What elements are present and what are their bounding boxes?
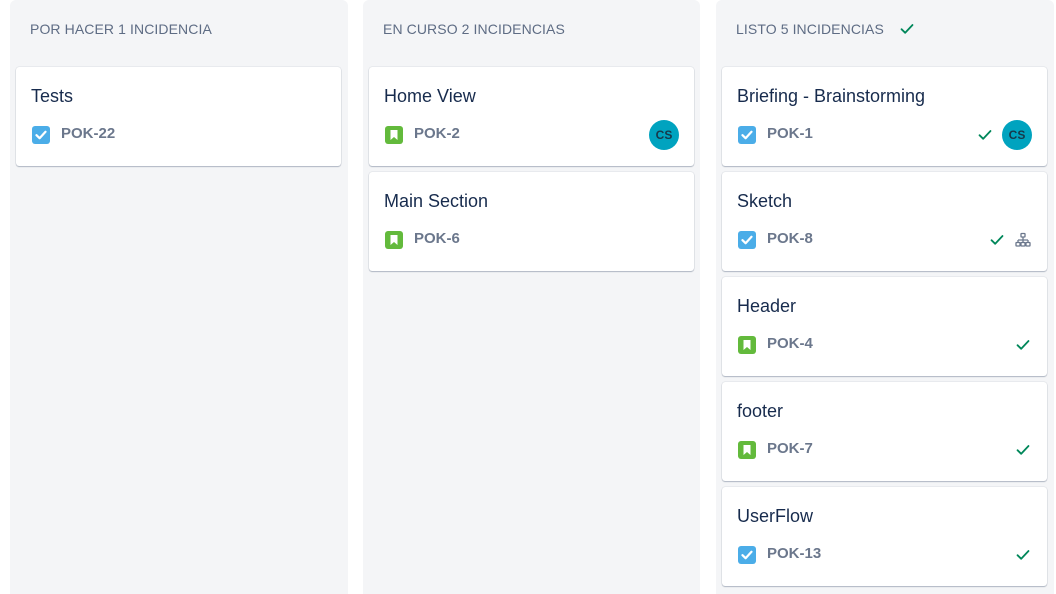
issue-key[interactable]: POK-7	[767, 439, 813, 459]
card-meta	[1014, 330, 1032, 360]
issue-card[interactable]: Home View POK-2 CS	[369, 67, 694, 166]
issue-card[interactable]: Main Section POK-6	[369, 172, 694, 271]
task-checkbox-icon	[738, 231, 756, 249]
story-bookmark-icon	[385, 231, 403, 249]
story-bookmark-icon	[385, 126, 403, 144]
column-header: EN CURSO 2 INCIDENCIAS	[383, 19, 565, 39]
task-checkbox-icon	[32, 126, 50, 144]
issue-card[interactable]: Briefing - Brainstorming POK-1 CS	[722, 67, 1047, 166]
task-checkbox-icon	[738, 126, 756, 144]
card-title: Tests	[31, 86, 74, 106]
issue-key[interactable]: POK-4	[767, 334, 813, 354]
story-bookmark-icon	[738, 336, 756, 354]
issue-key[interactable]: POK-2	[414, 124, 460, 144]
done-check-icon	[988, 231, 1006, 249]
subtasks-hierarchy-icon[interactable]	[1014, 231, 1032, 249]
done-check-icon	[1014, 336, 1032, 354]
card-title: Header	[737, 296, 797, 316]
issue-key[interactable]: POK-8	[767, 229, 813, 249]
card-meta: CS	[649, 120, 679, 150]
done-check-icon	[1014, 441, 1032, 459]
card-title: Sketch	[737, 191, 793, 211]
card-title: Home View	[384, 86, 476, 106]
column-header: LISTO 5 INCIDENCIAS	[736, 19, 914, 39]
card-title: footer	[737, 401, 784, 421]
done-check-icon	[976, 126, 994, 144]
column-done: LISTO 5 INCIDENCIAS Briefing - Brainstor…	[716, 0, 1054, 594]
issue-key[interactable]: POK-1	[767, 124, 813, 144]
task-checkbox-icon	[738, 546, 756, 564]
card-meta	[1014, 435, 1032, 465]
card-title: Main Section	[384, 191, 489, 211]
issue-card[interactable]: Header POK-4	[722, 277, 1047, 376]
card-meta	[988, 225, 1032, 255]
column-title: EN CURSO 2 INCIDENCIAS	[383, 21, 565, 37]
story-bookmark-icon	[738, 441, 756, 459]
avatar[interactable]: CS	[1002, 120, 1032, 150]
column-in-progress: EN CURSO 2 INCIDENCIAS Home View POK-2 C…	[363, 0, 700, 594]
issue-key[interactable]: POK-6	[414, 229, 460, 249]
column-header: POR HACER 1 INCIDENCIA	[30, 19, 212, 39]
issue-key[interactable]: POK-22	[61, 124, 115, 144]
card-meta: CS	[976, 120, 1032, 150]
column-todo: POR HACER 1 INCIDENCIA Tests POK-22	[10, 0, 348, 594]
issue-card[interactable]: UserFlow POK-13	[722, 487, 1047, 586]
column-title: POR HACER 1 INCIDENCIA	[30, 21, 212, 37]
issue-card[interactable]: Tests POK-22	[16, 67, 341, 166]
column-title: LISTO 5 INCIDENCIAS	[736, 21, 884, 37]
kanban-board: POR HACER 1 INCIDENCIA Tests POK-22 EN C…	[0, 0, 1056, 594]
done-check-icon	[900, 23, 914, 35]
card-title: UserFlow	[737, 506, 814, 526]
issue-key[interactable]: POK-13	[767, 544, 821, 564]
issue-card[interactable]: footer POK-7	[722, 382, 1047, 481]
issue-card[interactable]: Sketch POK-8	[722, 172, 1047, 271]
avatar[interactable]: CS	[649, 120, 679, 150]
done-check-icon	[1014, 546, 1032, 564]
card-meta	[1014, 540, 1032, 570]
card-title: Briefing - Brainstorming	[737, 86, 926, 106]
